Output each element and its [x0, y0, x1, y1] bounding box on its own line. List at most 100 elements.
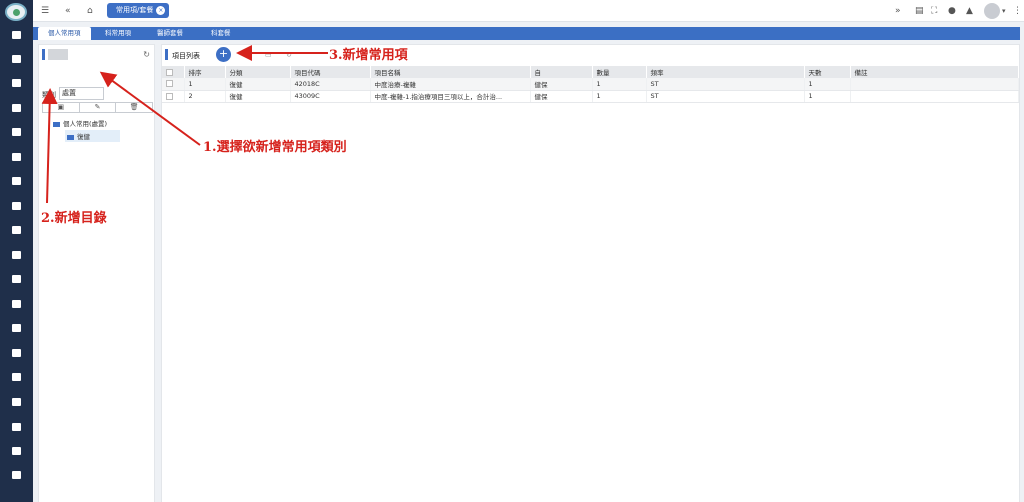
- cell: 43009C: [290, 90, 371, 103]
- bell-icon[interactable]: ▲: [966, 5, 973, 17]
- table-header: 排序 分類 項目代碼 項目名稱 自 數量 頻率 天數 備註: [162, 66, 1019, 78]
- folder-add-icon[interactable]: ▣: [43, 103, 80, 112]
- col-header: 天數: [804, 66, 851, 78]
- cell: 中度-複雜-1.指治療項目三項以上，合計治...: [370, 90, 531, 103]
- cell: 1: [592, 90, 647, 103]
- refresh-icon[interactable]: ↻: [143, 50, 150, 59]
- row-checkbox[interactable]: [162, 78, 185, 91]
- reload-icon[interactable]: ↻: [286, 51, 292, 59]
- rail-icon-13[interactable]: [12, 324, 21, 332]
- expand-icon[interactable]: »: [895, 5, 901, 17]
- main-tabs: 個人常用項 科常用項 醫師套餐 科套餐: [33, 27, 1020, 40]
- home-icon[interactable]: ⌂: [87, 5, 93, 17]
- avatar[interactable]: [984, 3, 1000, 19]
- double-chevron-left-icon[interactable]: «: [65, 5, 71, 17]
- rail-icon-6[interactable]: [12, 153, 21, 161]
- col-header: 分類: [225, 66, 291, 78]
- user-icon[interactable]: [12, 447, 21, 455]
- item-table: 排序 分類 項目代碼 項目名稱 自 數量 頻率 天數 備註 1 復健 42018…: [162, 66, 1019, 103]
- tree-child[interactable]: 復健: [65, 130, 120, 142]
- redacted-user-name: [48, 49, 68, 60]
- tab-personal[interactable]: 個人常用項: [38, 27, 91, 40]
- rail-icon-7[interactable]: [12, 177, 21, 185]
- category-label: 類別: [42, 91, 56, 99]
- cell: 復健: [225, 78, 291, 91]
- panel-accent-bar: [165, 49, 168, 60]
- cell: 復健: [225, 90, 291, 103]
- hamburger-icon[interactable]: ☰: [41, 5, 49, 17]
- col-header: 項目名稱: [370, 66, 531, 78]
- rail-icon-3[interactable]: [12, 79, 21, 87]
- rail-icon-9[interactable]: [12, 226, 21, 234]
- item-list-title: 項目列表: [172, 52, 200, 60]
- panel-accent-bar: [42, 49, 45, 60]
- tree-child-label: 復健: [77, 133, 90, 141]
- folder-toolbar: ▣ ✎ 🗑: [42, 102, 153, 113]
- copy-icon[interactable]: ▢: [245, 51, 252, 59]
- rail-icon-14[interactable]: [12, 349, 21, 357]
- document-icon[interactable]: ▤: [915, 5, 924, 17]
- cell: ST: [646, 90, 805, 103]
- folder-icon: [53, 121, 60, 127]
- annotation-step1: 1.選擇欲新增常用項類別: [203, 140, 347, 155]
- top-bar: ☰ « ⌂ 常用項/套餐 × » ▤ ⛶ ● ▲ ▾ ⋮: [33, 0, 1024, 22]
- col-header: 排序: [184, 66, 226, 78]
- rail-icon-5[interactable]: [12, 128, 21, 136]
- tab-doctor-set[interactable]: 醫師套餐: [147, 27, 193, 40]
- print-icon[interactable]: ▭: [265, 51, 272, 59]
- rail-icon-11[interactable]: [12, 275, 21, 283]
- col-header: 備註: [850, 66, 1019, 78]
- rail-icon-17[interactable]: [12, 423, 21, 431]
- rail-icon-2[interactable]: [12, 55, 21, 63]
- tab-department[interactable]: 科常用項: [95, 27, 141, 40]
- annotation-step2: 2.新增目錄: [41, 211, 107, 226]
- settings-icon[interactable]: [12, 471, 21, 479]
- cell: 2: [184, 90, 226, 103]
- cell: 1: [184, 78, 226, 91]
- cell: 1: [592, 78, 647, 91]
- kebab-icon[interactable]: ⋮: [1013, 5, 1022, 17]
- edit-icon[interactable]: ✎: [80, 103, 117, 112]
- cell: 健保: [530, 90, 593, 103]
- rail-icon-15[interactable]: [12, 373, 21, 381]
- cell: 1: [804, 78, 851, 91]
- app-logo: [5, 3, 27, 21]
- close-icon[interactable]: ×: [156, 6, 166, 15]
- col-header: 自: [530, 66, 593, 78]
- rail-icon-1[interactable]: [12, 31, 21, 39]
- cell: 健保: [530, 78, 593, 91]
- right-panel: 項目列表 + ▢ ▭ ↻ 排序 分類 項目代碼 項目名稱 自 數量 頻率 天數 …: [161, 44, 1020, 502]
- category-select[interactable]: 處置: [59, 87, 104, 100]
- tab-common-items-label: 常用項/套餐: [116, 6, 154, 14]
- cell: 42018C: [290, 78, 371, 91]
- table-row[interactable]: 1 復健 42018C 中度治療-複雜 健保 1 ST 1: [162, 78, 1019, 91]
- cell: [850, 78, 1019, 91]
- cell: 中度治療-複雜: [370, 78, 531, 91]
- tab-department-set[interactable]: 科套餐: [201, 27, 241, 40]
- table-row[interactable]: 2 復健 43009C 中度-複雜-1.指治療項目三項以上，合計治... 健保 …: [162, 90, 1019, 103]
- col-header: 數量: [592, 66, 647, 78]
- icon-rail: [0, 0, 33, 502]
- select-all-checkbox[interactable]: [162, 66, 185, 78]
- folder-icon: [67, 134, 74, 140]
- trash-icon[interactable]: 🗑: [116, 103, 152, 112]
- cell: [850, 90, 1019, 103]
- rail-icon-16[interactable]: [12, 398, 21, 406]
- tree-root-label: 個人常用(處置): [63, 120, 108, 128]
- chevron-down-icon[interactable]: ▾: [1002, 5, 1006, 17]
- rail-icon-8[interactable]: [12, 202, 21, 210]
- annotation-step3: 3.新增常用項: [329, 48, 408, 63]
- tab-common-items[interactable]: 常用項/套餐 ×: [107, 3, 170, 18]
- cell: ST: [646, 78, 805, 91]
- rail-icon-10[interactable]: [12, 251, 21, 259]
- col-header: 頻率: [646, 66, 805, 78]
- row-checkbox[interactable]: [162, 90, 185, 103]
- fullscreen-icon[interactable]: ⛶: [931, 5, 937, 17]
- add-item-button[interactable]: +: [216, 47, 231, 62]
- content-area: 個人常用項 科常用項 醫師套餐 科套餐 ↻ 類別 處置 ▣ ✎ 🗑 個人常用(處…: [33, 22, 1024, 502]
- rail-icon-4[interactable]: [12, 104, 21, 112]
- left-panel: ↻ 類別 處置 ▣ ✎ 🗑 個人常用(處置) 復健: [38, 44, 155, 502]
- tree-root[interactable]: 個人常用(處置): [53, 118, 107, 128]
- chat-icon[interactable]: ●: [948, 5, 956, 17]
- rail-icon-12[interactable]: [12, 300, 21, 308]
